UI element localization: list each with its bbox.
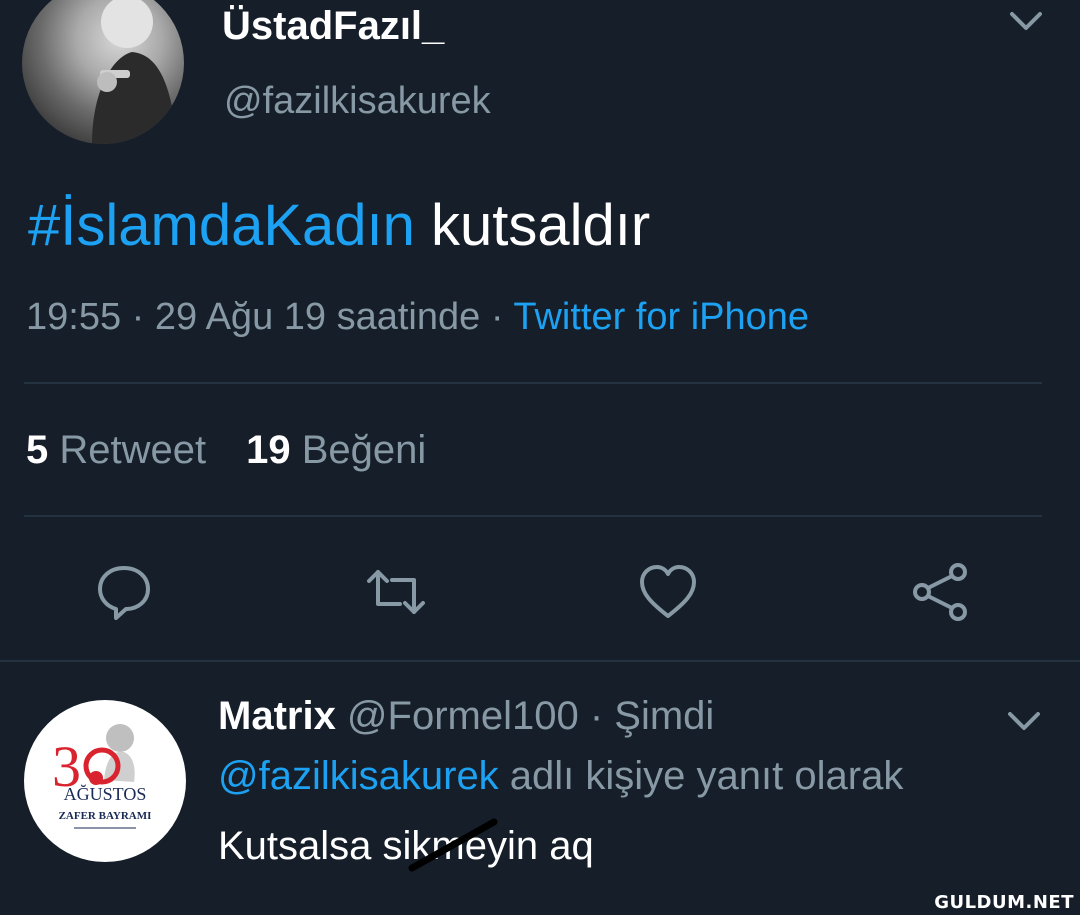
share-icon	[913, 563, 967, 621]
retweets-label: Retweet	[59, 428, 207, 472]
reply-header: Matrix @Formel100 · Şimdi	[218, 694, 714, 739]
reply-text: Kutsalsa sikmeyin aq	[218, 824, 594, 868]
watermark: GULDUM.NET	[934, 892, 1074, 913]
tweet-stats: 5 Retweet 19 Beğeni	[26, 428, 426, 473]
tweet-text: #İslamdaKadın kutsaldır	[28, 192, 650, 259]
likes-count: 19	[246, 428, 291, 472]
reply-icon	[98, 566, 150, 620]
zafer-bayrami-logo: 3 AĞUSTOS ZAFER BAYRAMI	[52, 724, 152, 829]
author-avatar[interactable]	[22, 0, 184, 144]
share-button[interactable]	[908, 560, 972, 624]
retweet-button[interactable]	[364, 560, 428, 624]
reply-handle-time[interactable]: @Formel100 · Şimdi	[336, 694, 714, 738]
retweet-icon	[367, 570, 425, 614]
divider	[24, 382, 1042, 384]
reply-display-name[interactable]: Matrix	[218, 694, 336, 738]
heart-icon	[640, 565, 696, 618]
tweet-source-link[interactable]: Twitter for iPhone	[513, 296, 809, 338]
author-handle[interactable]: @fazilkisakurek	[224, 80, 491, 123]
reply-context-text: adlı kişiye yanıt olarak	[498, 754, 904, 798]
tweet-timestamp[interactable]: 19:55 · 29 Ağu 19 saatinde ·	[26, 296, 513, 338]
reply-context: @fazilkisakurek adlı kişiye yanıt olarak	[218, 754, 903, 799]
mention-link[interactable]: @fazilkisakurek	[218, 754, 499, 798]
chevron-down-icon[interactable]	[1006, 6, 1046, 41]
retweets-stat[interactable]: 5 Retweet	[26, 428, 206, 472]
tweet-meta: 19:55 · 29 Ağu 19 saatinde · Twitter for…	[26, 296, 809, 339]
tweet-body: kutsaldır	[414, 193, 651, 258]
divider	[0, 660, 1080, 662]
retweets-count: 5	[26, 428, 49, 472]
likes-stat[interactable]: 19 Beğeni	[246, 428, 426, 472]
divider	[24, 515, 1042, 517]
author-display-name[interactable]: ÜstadFazıl_	[222, 4, 444, 49]
hashtag-link[interactable]: #İslamdaKadın	[28, 193, 415, 258]
likes-label: Beğeni	[301, 428, 427, 472]
chevron-down-icon[interactable]	[1004, 706, 1044, 741]
logo-line2: ZAFER BAYRAMI	[59, 810, 152, 822]
like-button[interactable]	[636, 560, 700, 624]
reply-avatar[interactable]: 3 AĞUSTOS ZAFER BAYRAMI	[24, 700, 186, 862]
reply-button[interactable]	[92, 560, 156, 624]
author-photo	[92, 0, 177, 144]
logo-line1: AĞUSTOS	[64, 783, 147, 804]
censor-scribble	[408, 818, 498, 872]
